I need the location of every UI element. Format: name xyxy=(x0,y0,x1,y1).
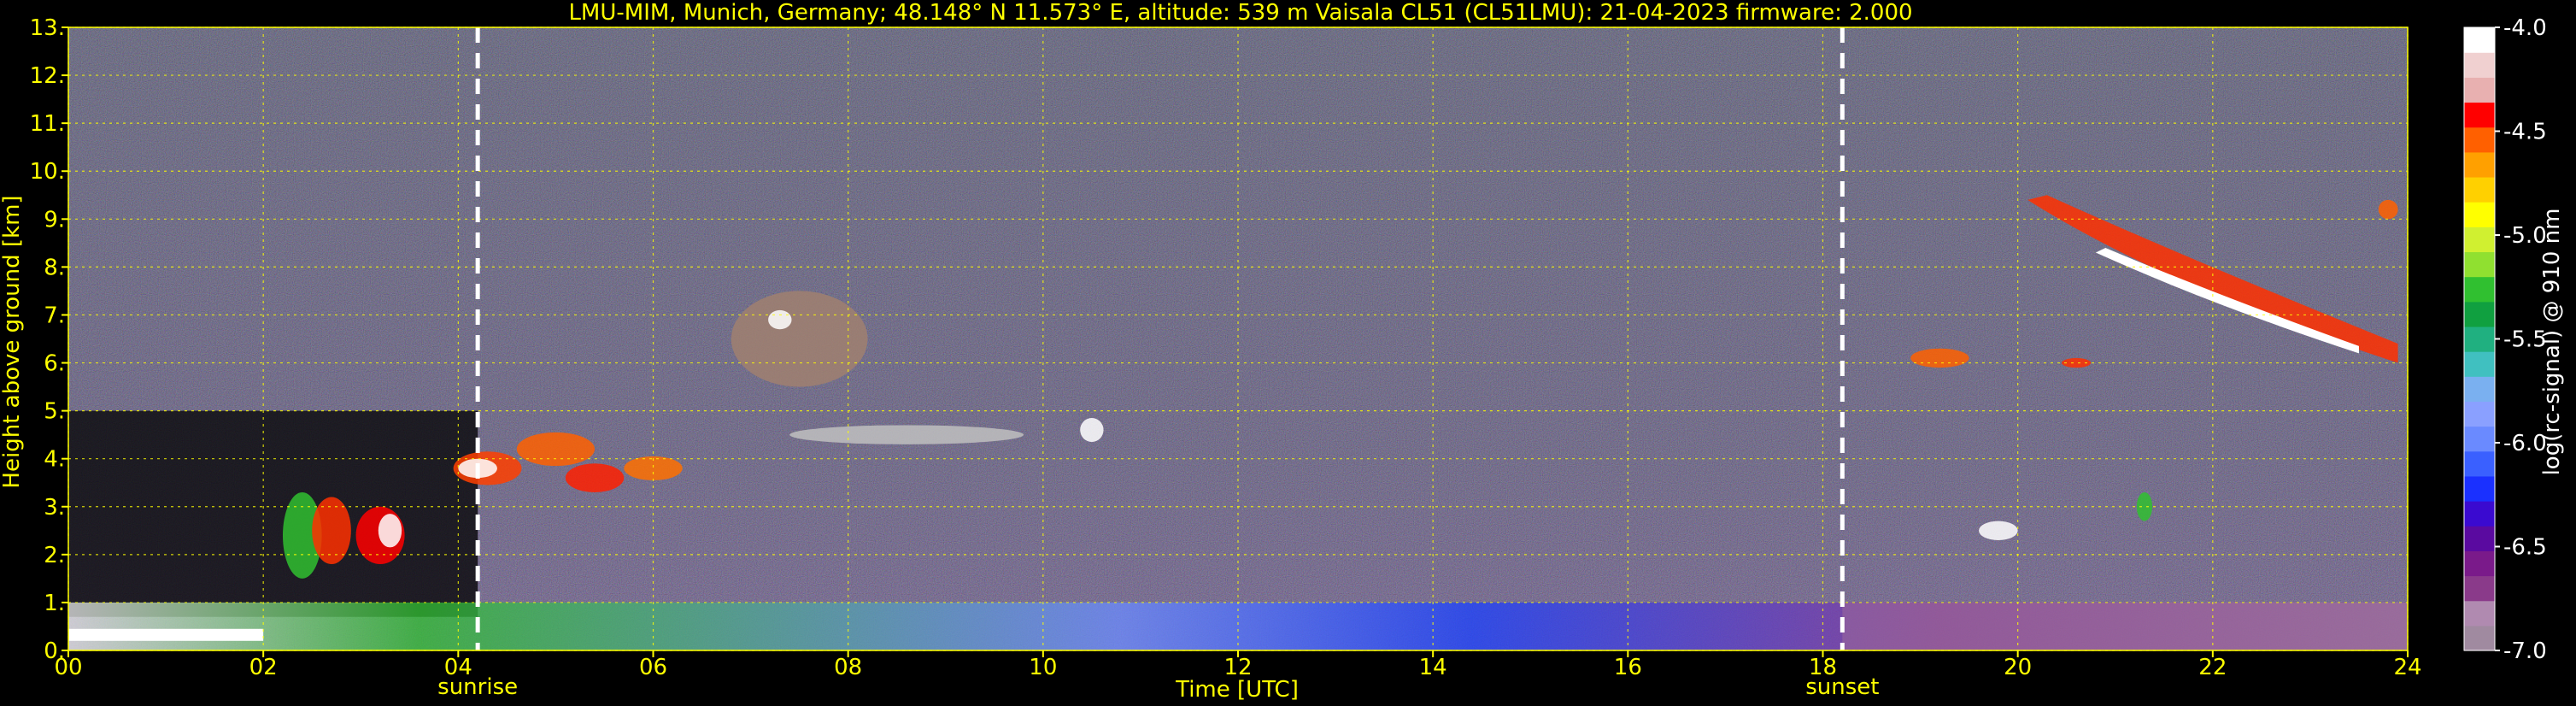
feature-blob xyxy=(1979,521,2018,541)
colorbar-segment xyxy=(2464,27,2495,53)
y-tick-label: 13. xyxy=(30,15,65,41)
y-tick-label: 0. xyxy=(44,638,65,664)
feature-blob xyxy=(565,463,625,492)
x-tick-label: 24 xyxy=(2393,655,2421,680)
colorbar-segment xyxy=(2464,625,2495,651)
feature-blob xyxy=(2378,199,2398,220)
y-tick-label: 11. xyxy=(30,111,65,137)
colorbar-segment xyxy=(2464,326,2495,352)
colorbar-label: log(rc-signal) @ 910 nm xyxy=(2539,209,2565,476)
low-signal-region xyxy=(68,410,478,617)
chart-title: LMU-MIM, Munich, Germany; 48.148° N 11.5… xyxy=(568,0,1912,26)
colorbar-tick-label: -7.0 xyxy=(2503,638,2547,664)
colorbar-segment xyxy=(2464,151,2495,178)
evening-layer xyxy=(1842,602,2408,650)
y-tick-label: 12. xyxy=(30,63,65,89)
colorbar-segment xyxy=(2464,351,2495,377)
colorbar-segment xyxy=(2464,301,2495,327)
x-tick-label: 06 xyxy=(639,655,667,680)
x-tick-label: 10 xyxy=(1029,655,1057,680)
surface-layer-bright xyxy=(68,628,264,641)
feature-blob xyxy=(768,309,792,330)
colorbar-segment xyxy=(2464,475,2495,502)
x-axis-label: Time [UTC] xyxy=(1175,677,1299,703)
colorbar-segment xyxy=(2464,450,2495,477)
colorbar-segment xyxy=(2464,52,2495,78)
feature-blob xyxy=(789,425,1024,444)
feature-blob xyxy=(2136,491,2153,521)
ceilometer-chart: sunrise sunset 00 02 04 06 08 10 12 14 16 18 20 22 24… xyxy=(0,0,2565,703)
colorbar-segment xyxy=(2464,600,2495,627)
colorbar-segment xyxy=(2464,550,2495,577)
colorbar-segment xyxy=(2464,126,2495,153)
y-tick-label: 10. xyxy=(30,159,65,185)
colorbar-segment xyxy=(2464,276,2495,303)
colorbar-segment xyxy=(2464,426,2495,452)
y-axis-label: Height above ground [km] xyxy=(0,195,25,488)
colorbar: -4.0-4.5-5.0-5.5-6.0-6.5-7.0 xyxy=(2463,15,2547,664)
colorbar-segment xyxy=(2464,176,2495,203)
colorbar-tick-label: -4.0 xyxy=(2503,15,2547,41)
colorbar-segment xyxy=(2464,251,2495,278)
x-tick-label: 20 xyxy=(2004,655,2032,680)
colorbar-tick-label: -6.5 xyxy=(2503,535,2547,561)
plot-area: sunrise sunset xyxy=(67,26,2409,700)
y-tick-label: 7. xyxy=(44,303,65,328)
y-tick-label: 5. xyxy=(44,399,65,425)
colorbar-segment xyxy=(2464,575,2495,602)
y-tick-label: 3. xyxy=(44,495,65,521)
feature-blob xyxy=(312,497,351,565)
colorbar-segment xyxy=(2464,77,2495,103)
y-tick-label: 1. xyxy=(44,591,65,616)
y-tick-label: 6. xyxy=(44,351,65,377)
colorbar-segment xyxy=(2464,227,2495,253)
x-tick-label: 14 xyxy=(1419,655,1447,680)
x-tick-label: 08 xyxy=(834,655,862,680)
feature-blob xyxy=(378,514,402,548)
feature-blob xyxy=(1910,348,1969,368)
y-tick-label: 9. xyxy=(44,207,65,232)
feature-blob xyxy=(516,432,596,467)
colorbar-segment xyxy=(2464,376,2495,402)
y-tick-label: 2. xyxy=(44,543,65,568)
x-tick-label: 22 xyxy=(2198,655,2227,680)
colorbar-segment xyxy=(2464,526,2495,551)
feature-blob xyxy=(1080,418,1104,443)
colorbar-segment xyxy=(2464,501,2495,527)
x-tick-label: 16 xyxy=(1614,655,1642,680)
colorbar-tick-label: -4.5 xyxy=(2503,120,2547,145)
x-tick-label: 18 xyxy=(1809,655,1837,680)
feature-blob xyxy=(731,291,868,387)
x-tick-label: 04 xyxy=(444,655,472,680)
colorbar-segment xyxy=(2464,401,2495,427)
colorbar-segment xyxy=(2464,102,2495,128)
x-tick-label: 02 xyxy=(249,655,278,680)
colorbar-segment xyxy=(2464,202,2495,227)
y-tick-label: 4. xyxy=(44,447,65,473)
y-tick-label: 8. xyxy=(44,255,65,280)
